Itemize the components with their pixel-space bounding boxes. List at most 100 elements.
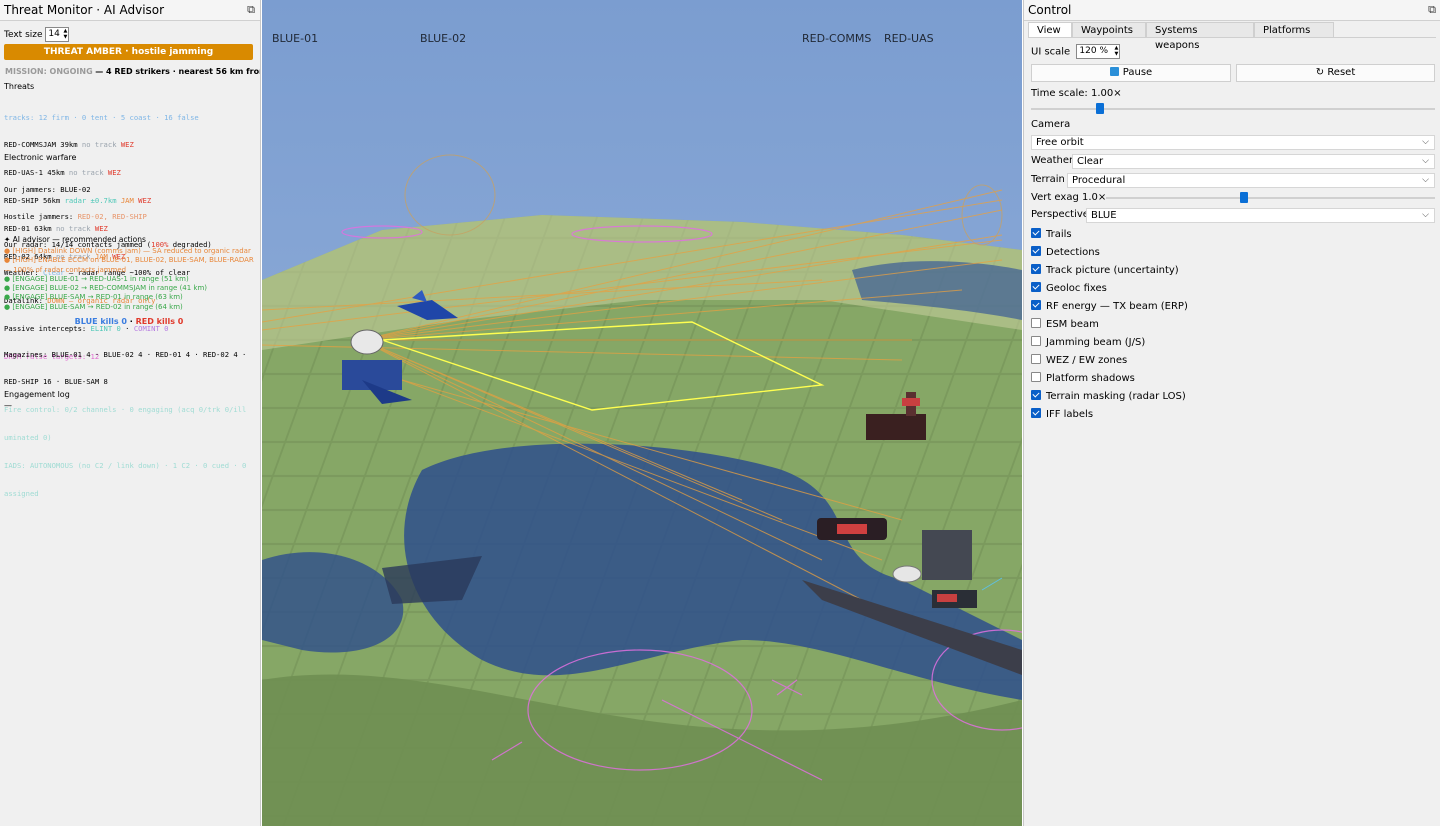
option-jamming-beam[interactable]: Jamming beam (J/S) bbox=[1031, 336, 1145, 348]
checkbox-icon[interactable] bbox=[1031, 390, 1041, 400]
option-iff-labels[interactable]: IFF labels bbox=[1031, 408, 1093, 420]
panel-title: Threat Monitor · AI Advisor bbox=[4, 3, 165, 17]
panel-title: Control bbox=[1028, 3, 1072, 17]
checkbox-icon[interactable] bbox=[1031, 228, 1041, 238]
ui-scale-value: 120 % bbox=[1079, 46, 1108, 56]
threat-name: RED-COMMSJAM 39km bbox=[4, 140, 78, 150]
ew-heading: Electronic warfare bbox=[4, 153, 77, 162]
time-scale-slider[interactable] bbox=[1031, 108, 1435, 110]
checkbox-icon[interactable] bbox=[1031, 264, 1041, 274]
weather-label: Weather bbox=[1031, 155, 1074, 166]
option-esm-beam[interactable]: ESM beam bbox=[1031, 318, 1099, 330]
advisor-item[interactable]: ● [HIGH] ENABLE ECCM on BLUE-01, BLUE-02… bbox=[4, 256, 254, 265]
option-label: Platform shadows bbox=[1046, 373, 1135, 384]
mission-status-label: MISSION: ONGOING bbox=[5, 67, 93, 76]
option-rf-energy[interactable]: RF energy — TX beam (ERP) bbox=[1031, 300, 1188, 312]
ew-hostile-value: RED-02, RED-SHIP bbox=[77, 212, 147, 222]
control-tabs: View Waypoints Systems weapons Platforms bbox=[1028, 22, 1436, 51]
option-label: IFF labels bbox=[1046, 409, 1094, 420]
scene-canvas[interactable] bbox=[262, 0, 1022, 826]
tab-waypoints[interactable]: Waypoints bbox=[1072, 22, 1146, 37]
magazines-line: RED-SHIP 16 · BLUE-SAM 8 bbox=[4, 377, 108, 387]
option-label: Track picture (uncertainty) bbox=[1046, 265, 1179, 276]
tab-systems-weapons[interactable]: Systems weapons bbox=[1146, 22, 1254, 51]
advisor-item[interactable]: ● [ENGAGE] BLUE-SAM → RED-02 in range (6… bbox=[4, 303, 254, 312]
ui-scale-row: UI scale 120 % ▲ ▼ bbox=[1031, 44, 1121, 59]
ew-jammers-value: BLUE-02 bbox=[60, 184, 91, 194]
text-size-label: Text size bbox=[4, 30, 43, 40]
perspective-value: BLUE bbox=[1091, 210, 1117, 221]
terrain-select[interactable]: Procedural ⌵ bbox=[1067, 173, 1435, 188]
vert-exag-slider-thumb[interactable] bbox=[1240, 192, 1249, 203]
advisor-list: ● [HIGH] Datalink DOWN (comms jam) — SA … bbox=[4, 247, 254, 312]
reset-icon: ↻ bbox=[1315, 67, 1325, 78]
ui-scale-spinbox[interactable]: 120 % ▲ ▼ bbox=[1076, 44, 1121, 59]
option-label: Jamming beam (J/S) bbox=[1046, 337, 1146, 348]
checkbox-icon[interactable] bbox=[1031, 336, 1041, 346]
red-drone[interactable] bbox=[817, 518, 887, 540]
checkbox-icon[interactable] bbox=[1031, 282, 1041, 292]
option-terrain-masking[interactable]: Terrain masking (radar LOS) bbox=[1031, 390, 1186, 402]
chevron-down-icon: ⌵ bbox=[1422, 137, 1429, 147]
threat-track: no track bbox=[81, 140, 117, 150]
magazines: Magazines: BLUE-01 4 · BLUE-02 4 · RED-0… bbox=[4, 331, 246, 517]
reset-label: Reset bbox=[1327, 67, 1356, 78]
tracks-summary: tracks: 12 firm · 0 tent · 5 coast · 16 … bbox=[4, 112, 199, 122]
vert-exag-label: Vert exag 1.0× bbox=[1031, 192, 1107, 203]
checkbox-icon[interactable] bbox=[1031, 408, 1041, 418]
iads-line: assigned bbox=[4, 489, 39, 499]
threat-monitor-titlebar: Threat Monitor · AI Advisor ⧉ bbox=[0, 0, 260, 21]
text-size-spinbox[interactable]: 14 ▲ ▼ bbox=[45, 27, 70, 42]
option-platform-shadows[interactable]: Platform shadows bbox=[1031, 372, 1135, 384]
time-scale-slider-thumb[interactable] bbox=[1095, 103, 1104, 114]
time-scale-label: Time scale: 1.00× bbox=[1031, 88, 1122, 99]
advisor-item[interactable]: ● [ENGAGE] BLUE-02 → RED-COMMSJAM in ran… bbox=[4, 284, 254, 293]
undock-icon[interactable]: ⧉ bbox=[1428, 3, 1436, 17]
option-detections[interactable]: Detections bbox=[1031, 246, 1100, 258]
camera-select[interactable]: Free orbit ⌵ bbox=[1031, 135, 1435, 150]
terrain-label: Terrain bbox=[1031, 174, 1065, 185]
checkbox-icon[interactable] bbox=[1031, 246, 1041, 256]
ew-hostile-label: Hostile jammers: bbox=[4, 212, 74, 222]
camera-label: Camera bbox=[1031, 119, 1071, 130]
option-track-picture[interactable]: Track picture (uncertainty) bbox=[1031, 264, 1179, 276]
checkbox-icon[interactable] bbox=[1031, 318, 1041, 328]
checkbox-icon[interactable] bbox=[1031, 372, 1041, 382]
control-titlebar: Control ⧉ bbox=[1024, 0, 1440, 21]
checkbox-icon[interactable] bbox=[1031, 354, 1041, 364]
weather-value: Clear bbox=[1077, 156, 1104, 167]
magazines-line: Magazines: BLUE-01 4 · BLUE-02 4 · RED-0… bbox=[4, 349, 247, 359]
spin-arrows-icon[interactable]: ▲ ▼ bbox=[1113, 45, 1119, 57]
text-size-value: 14 bbox=[48, 29, 60, 39]
pause-button[interactable]: Pause bbox=[1031, 64, 1231, 82]
perspective-label: Perspective bbox=[1031, 209, 1089, 220]
camera-value: Free orbit bbox=[1036, 137, 1084, 148]
iads-line: IADS: AUTONOMOUS (no C2 / link down) · 1… bbox=[4, 461, 247, 471]
option-trails[interactable]: Trails bbox=[1031, 228, 1072, 240]
advisor-item[interactable]: ● [ENGAGE] BLUE-SAM → RED-01 in range (6… bbox=[4, 293, 254, 302]
terrain-value: Procedural bbox=[1072, 175, 1126, 186]
perspective-select[interactable]: BLUE ⌵ bbox=[1086, 208, 1435, 223]
ui-scale-label: UI scale bbox=[1031, 46, 1071, 58]
undock-icon[interactable]: ⧉ bbox=[247, 3, 255, 17]
spin-arrows-icon[interactable]: ▲ ▼ bbox=[62, 28, 68, 40]
advisor-item[interactable]: — 100% of radar contacts jammed bbox=[4, 266, 254, 275]
3d-viewport[interactable]: BLUE-01 BLUE-02 RED-COMMS RED-UAS bbox=[262, 0, 1022, 826]
ew-jammers: Our jammers: BLUE-02 bbox=[4, 185, 212, 194]
iff-label-red: RED-UAS bbox=[884, 32, 934, 45]
threat-wez: WEZ bbox=[120, 140, 134, 150]
threat-monitor-panel: Threat Monitor · AI Advisor ⧉ Text size … bbox=[0, 0, 261, 826]
reset-button[interactable]: ↻ Reset bbox=[1236, 64, 1435, 82]
option-wez-zones[interactable]: WEZ / EW zones bbox=[1031, 354, 1127, 366]
tab-platforms[interactable]: Platforms bbox=[1254, 22, 1334, 37]
engagement-log-heading: Engagement log bbox=[4, 390, 70, 399]
advisor-item[interactable]: ● [ENGAGE] BLUE-01 → RED-UAS-1 in range … bbox=[4, 275, 254, 284]
option-geoloc-fixes[interactable]: Geoloc fixes bbox=[1031, 282, 1107, 294]
weather-select[interactable]: Clear ⌵ bbox=[1072, 154, 1435, 169]
blue-kills: BLUE kills 0 bbox=[74, 317, 127, 326]
checkbox-icon[interactable] bbox=[1031, 300, 1041, 310]
ew-jammers-label: Our jammers: bbox=[4, 184, 56, 194]
tab-view[interactable]: View bbox=[1028, 22, 1072, 37]
advisor-item[interactable]: ● [HIGH] Datalink DOWN (comms jam) — SA … bbox=[4, 247, 254, 256]
vert-exag-slider[interactable] bbox=[1106, 197, 1435, 199]
